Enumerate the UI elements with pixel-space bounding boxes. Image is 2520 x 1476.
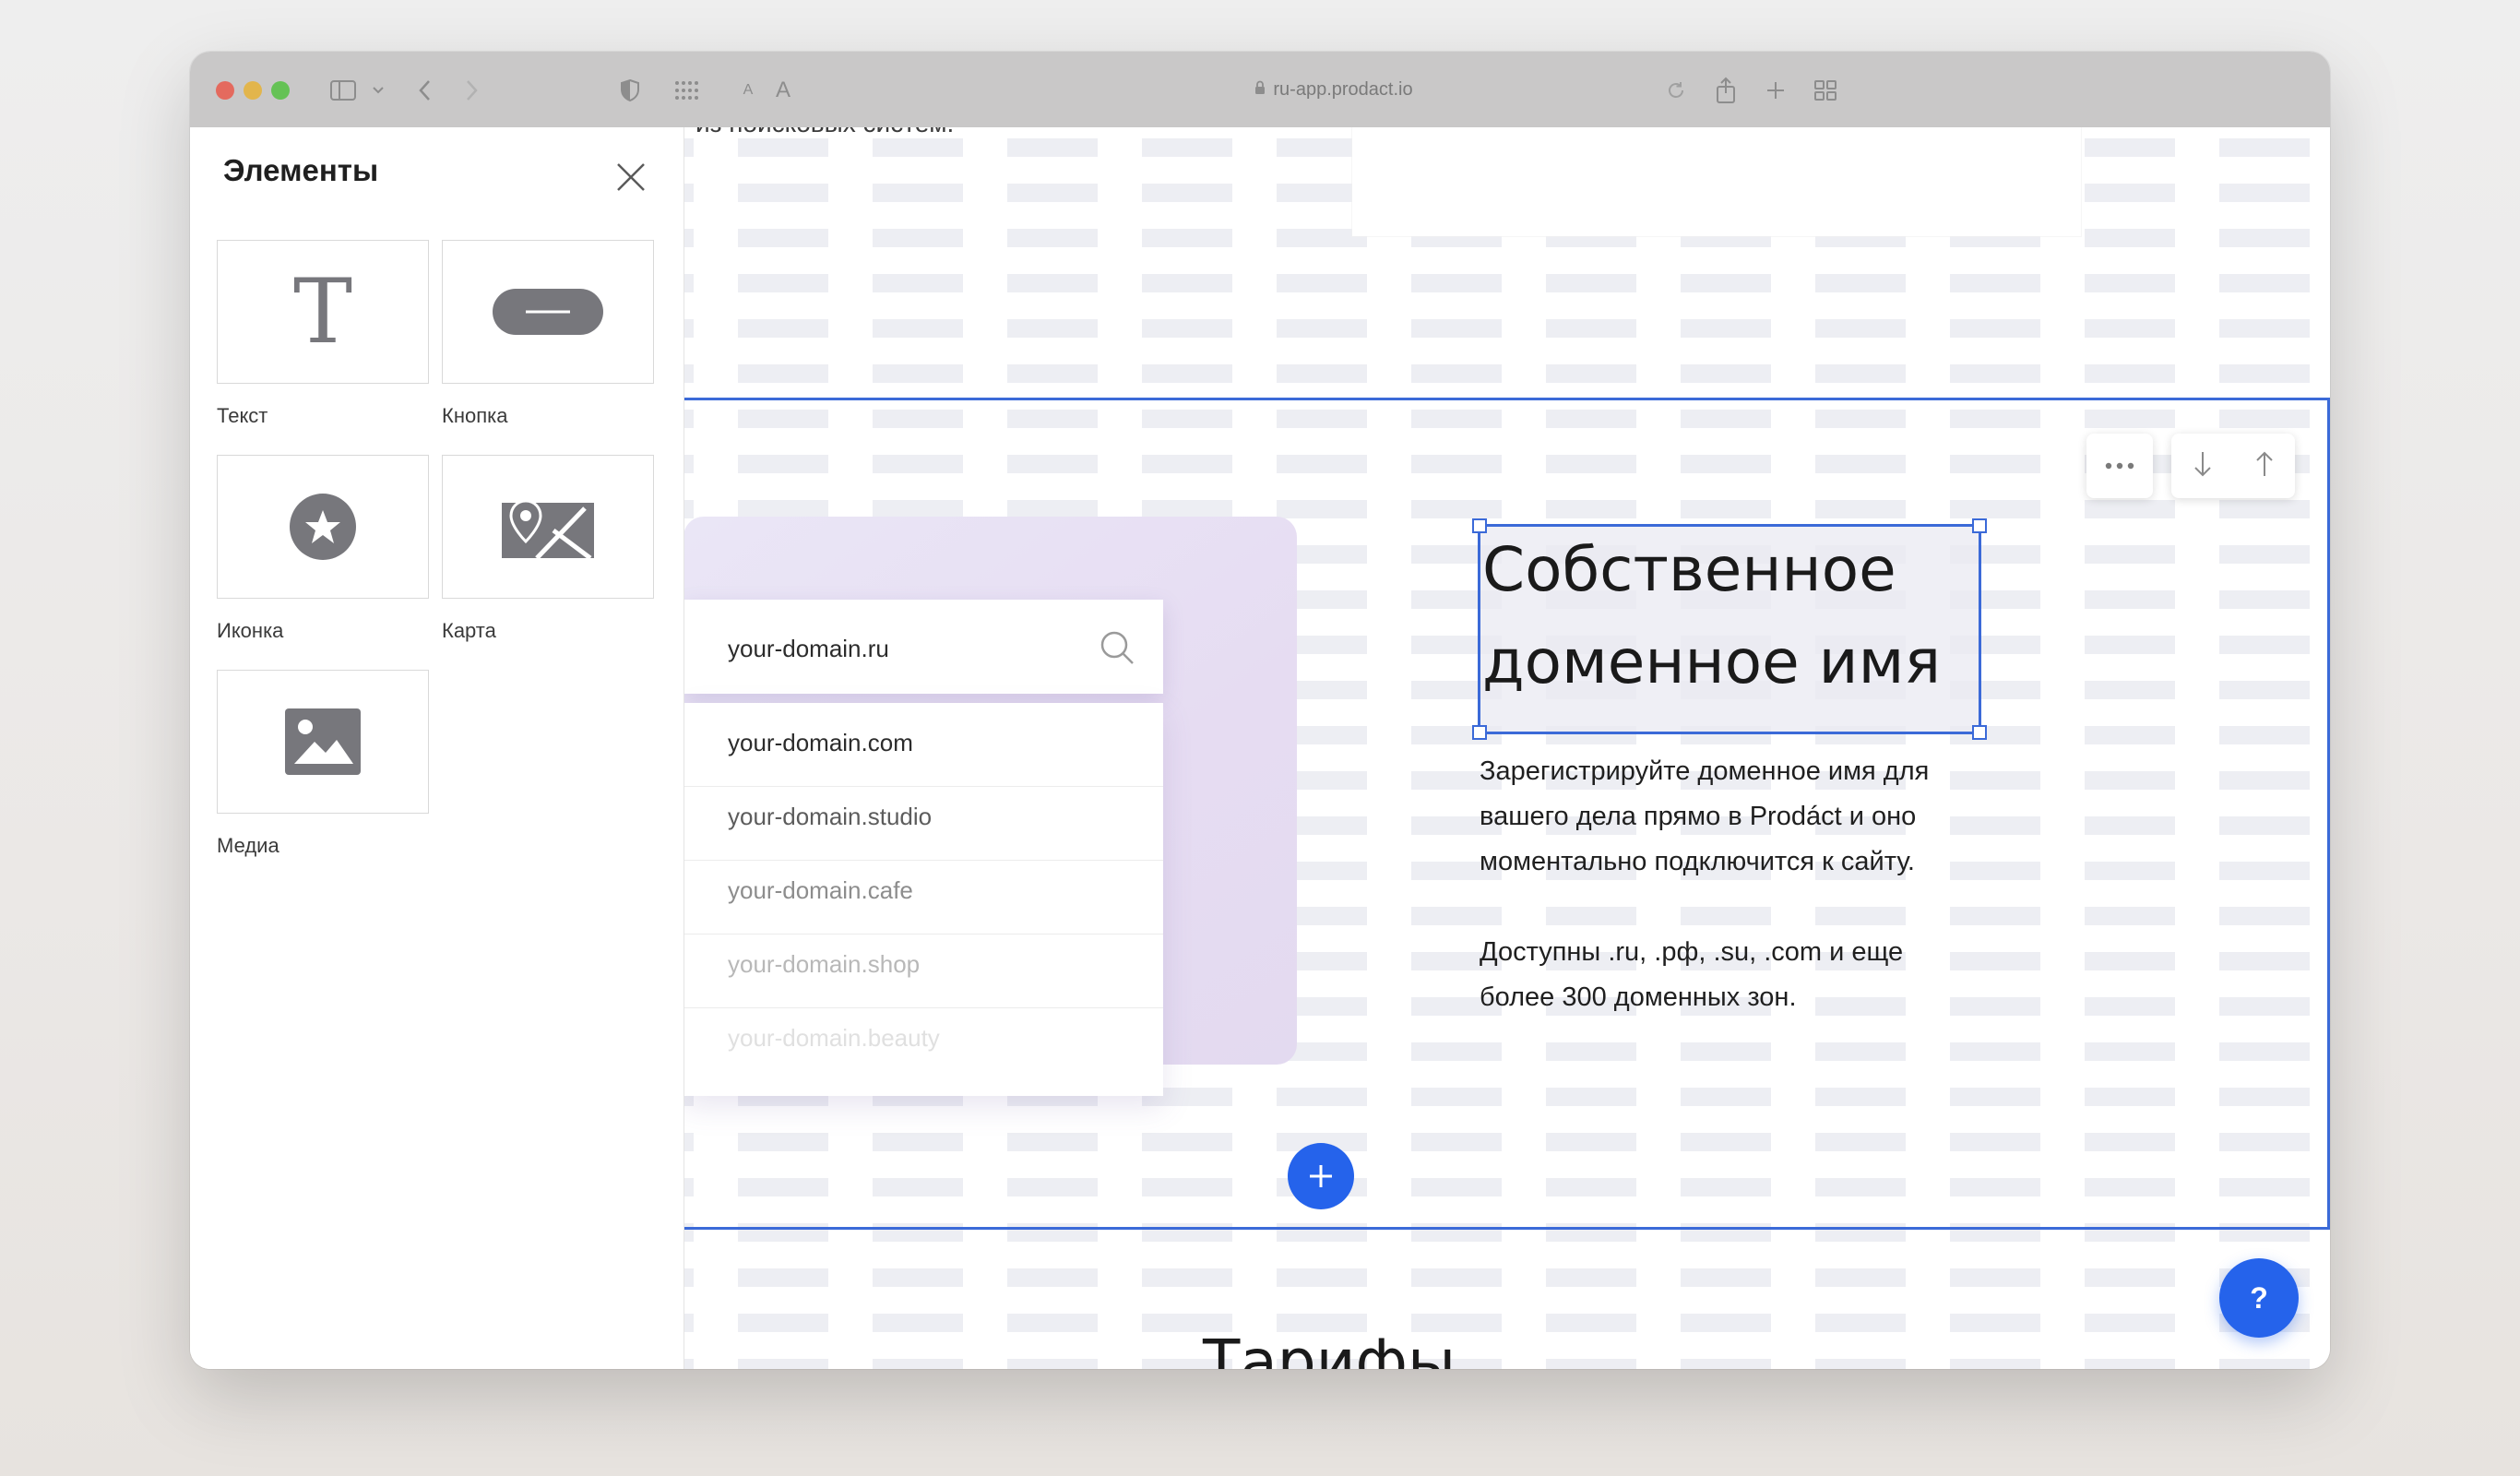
element-label-map: Карта [442, 619, 496, 642]
element-label-media: Медиа [217, 834, 279, 857]
font-smaller-button[interactable]: A [734, 72, 762, 109]
selected-heading-block[interactable]: Собственное доменное имя [1472, 518, 1987, 740]
paragraph-line: вашего дела прямо в Prodáct и оно [1480, 802, 1917, 831]
maximize-window-button[interactable] [271, 81, 290, 100]
map-icon [502, 499, 594, 560]
element-tile-media[interactable] [217, 670, 429, 814]
list-item: your-domain.com [728, 729, 913, 756]
resize-handle-bottom-right[interactable] [1972, 725, 1987, 740]
element-label-icon: Иконка [217, 619, 284, 642]
list-item: your-domain.beauty [728, 1024, 940, 1052]
divider [683, 1007, 1163, 1008]
url-text: ru-app.prodact.io [1273, 78, 1413, 100]
tab-overview-icon[interactable] [1810, 72, 1841, 109]
panel-title: Элементы [223, 153, 379, 187]
sidebar-toggle-icon[interactable] [325, 72, 362, 109]
share-icon[interactable] [1710, 72, 1741, 109]
close-window-button[interactable] [216, 81, 234, 100]
move-up-icon[interactable] [2254, 450, 2275, 482]
search-icon [1099, 629, 1135, 671]
forward-icon[interactable] [458, 72, 485, 109]
section-bottom-border [683, 1227, 2330, 1230]
element-label-text: Текст [217, 404, 268, 427]
paragraph-line: Зарегистрируйте доменное имя для [1480, 756, 1930, 786]
add-section-button[interactable] [1288, 1143, 1354, 1209]
star-circle-icon [290, 494, 356, 560]
resize-handle-top-left[interactable] [1472, 518, 1487, 533]
heading-line-2: доменное имя [1482, 626, 1942, 697]
chevron-down-icon[interactable] [367, 72, 389, 109]
close-icon [617, 163, 645, 191]
browser-window: A A ru-app.prodact.io your-domain.ru you… [190, 52, 2330, 1369]
element-tile-button[interactable] [442, 240, 654, 384]
section-top-border [683, 398, 2330, 400]
resize-handle-top-right[interactable] [1972, 518, 1987, 533]
previous-section-card [1352, 127, 2081, 236]
divider [683, 860, 1163, 861]
move-section-controls [2171, 434, 2295, 498]
domain-search-box[interactable]: your-domain.ru [683, 600, 1163, 694]
shield-icon[interactable] [616, 72, 644, 109]
cut-off-text: из поисковых систем. [695, 127, 954, 138]
list-item: your-domain.shop [728, 950, 921, 978]
back-icon[interactable] [411, 72, 439, 109]
button-pill-icon [493, 289, 603, 335]
editor-canvas: из поисковых систем. your-domain.ru [190, 127, 2330, 1369]
paragraph-line: моментально подключится к сайту. [1480, 847, 1915, 876]
more-options-button[interactable] [2086, 434, 2153, 498]
minimize-window-button[interactable] [244, 81, 262, 100]
font-larger-button[interactable]: A [769, 72, 797, 109]
reload-icon[interactable] [1662, 72, 1690, 109]
resize-handle-bottom-left[interactable] [1472, 725, 1487, 740]
element-tile-map[interactable] [442, 455, 654, 599]
move-down-icon[interactable] [2193, 450, 2213, 482]
description-paragraph-1[interactable]: Зарегистрируйте доменное имя для вашего … [1480, 749, 1929, 885]
elements-panel: Элементы T Текст Кнопка Иконка Карта Мед… [190, 127, 684, 1369]
next-section-title: Тарифы [1203, 1327, 1456, 1369]
lock-icon [1254, 79, 1266, 101]
help-button[interactable]: ? [2219, 1258, 2299, 1338]
paragraph-line: более 300 доменных зон. [1480, 982, 1797, 1012]
svg-text:T: T [293, 270, 352, 353]
plus-icon [1310, 1165, 1332, 1187]
domain-suggestions-list: your-domain.com your-domain.studio your-… [683, 703, 1163, 1096]
list-item: your-domain.studio [728, 803, 933, 830]
description-paragraph-2[interactable]: Доступны .ru, .рф, .su, .com и еще более… [1480, 930, 1903, 1020]
browser-titlebar: A A ru-app.prodact.io [190, 52, 2330, 128]
divider [683, 786, 1163, 787]
text-T-icon: T [293, 270, 352, 353]
close-panel-button[interactable] [614, 161, 651, 197]
list-item: your-domain.cafe [728, 876, 913, 904]
element-tile-text[interactable]: T [217, 240, 429, 384]
new-tab-icon[interactable] [1760, 72, 1791, 109]
section-right-border [2327, 398, 2330, 1230]
element-tile-icon[interactable] [217, 455, 429, 599]
element-label-button: Кнопка [442, 404, 508, 427]
paragraph-line: Доступны .ru, .рф, .su, .com и еще [1480, 937, 1904, 967]
heading-line-1: Собственное [1482, 534, 1896, 605]
apps-grid-icon[interactable] [672, 72, 703, 109]
image-icon [285, 708, 361, 775]
search-value: your-domain.ru [728, 635, 889, 662]
